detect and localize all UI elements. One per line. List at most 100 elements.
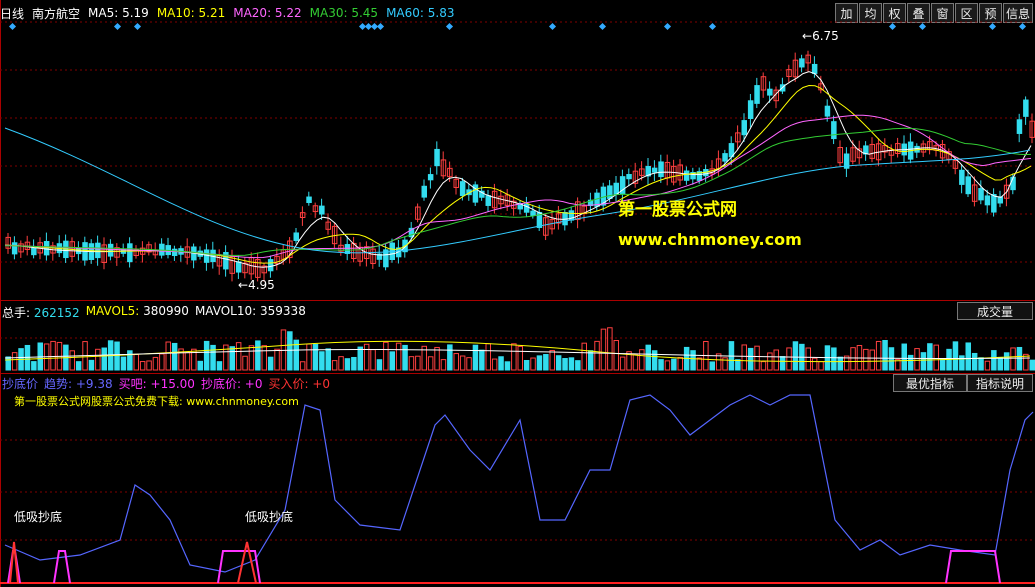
price-candle	[799, 58, 805, 68]
volume-bar	[203, 340, 210, 371]
volume-bar	[50, 340, 56, 371]
volume-bar	[75, 361, 82, 371]
volume-bar	[927, 343, 933, 371]
price-candle	[959, 169, 965, 185]
total-volume: 总手: 262152	[2, 306, 80, 320]
price-candle	[530, 210, 536, 217]
mavol5-value: MAVOL5: 380990	[85, 304, 189, 318]
volume-bar	[952, 341, 959, 371]
volume-bar	[632, 354, 639, 371]
price-candle	[434, 148, 440, 167]
price-candle	[741, 120, 747, 136]
signal-diamond-marker	[663, 22, 672, 31]
signal-diamond-marker	[113, 22, 122, 31]
volume-bar	[127, 350, 133, 371]
volume-bar	[408, 356, 415, 371]
signal-diamond-marker	[888, 22, 897, 31]
volume-bar	[267, 356, 274, 371]
volume-bar	[101, 347, 107, 371]
volume-bar	[760, 361, 767, 371]
price-candle	[722, 153, 728, 162]
volume-bar	[741, 344, 747, 371]
volume-bar	[869, 349, 875, 371]
volume-bar	[165, 341, 171, 371]
volume-bar	[978, 357, 984, 371]
volume-bar	[363, 343, 370, 371]
volume-bar	[504, 361, 511, 371]
volume-bar	[5, 356, 11, 371]
price-volume-divider	[0, 300, 1035, 301]
volume-bar	[242, 355, 248, 371]
price-candle	[459, 181, 466, 197]
best-indicator-button[interactable]: 最优指标	[893, 374, 967, 392]
volume-bar	[402, 344, 408, 371]
price-candle	[421, 185, 427, 198]
volume-bar	[581, 342, 587, 371]
bottom-price-value: 抄底价: +0	[200, 377, 263, 391]
ma20-line	[4, 114, 1032, 259]
volume-bar	[88, 359, 95, 371]
volume-bar	[997, 356, 1003, 371]
buy-signal-shape	[945, 550, 1001, 584]
volume-bar	[95, 348, 101, 371]
volume-bar	[287, 331, 293, 371]
volume-bar	[831, 347, 837, 371]
price-candle	[767, 88, 773, 96]
price-candle	[651, 167, 658, 173]
volume-bar	[965, 342, 971, 371]
indicator-legend: 抄底价 趋势: +9.38 买吧: +15.00 抄底价: +0 买入价: +0	[2, 375, 330, 392]
price-candle	[203, 249, 210, 263]
volume-bar	[818, 361, 824, 371]
volume-bar	[459, 355, 466, 371]
price-candle	[997, 196, 1003, 204]
price-candle	[235, 261, 242, 273]
price-candle	[754, 85, 760, 104]
volume-bar	[850, 347, 856, 371]
price-candle	[965, 176, 971, 195]
volume-bar	[1016, 346, 1023, 371]
volume-bar	[159, 353, 165, 371]
trend-indicator-line	[4, 394, 1034, 573]
buy-signal-value: 买吧: +15.00	[118, 377, 195, 391]
volume-bar	[792, 341, 799, 371]
volume-bar	[837, 356, 843, 371]
volume-bar	[920, 352, 927, 371]
volume-bar	[1010, 347, 1016, 371]
indicator-name: 抄底价	[2, 377, 39, 391]
bottom-signal-shape	[237, 541, 257, 584]
volume-bar	[671, 358, 677, 371]
signal-label-1: 低吸抄底	[14, 510, 63, 524]
volume-bar	[466, 357, 472, 371]
volume-bar	[248, 345, 255, 371]
volume-bar	[197, 360, 203, 371]
volume-bar	[696, 357, 703, 371]
volume-bar	[555, 355, 562, 371]
indicator-help-button[interactable]: 指标说明	[967, 374, 1033, 392]
volume-bar	[389, 351, 395, 371]
price-candle	[127, 243, 133, 263]
volume-bar	[754, 345, 760, 371]
volume-indicator-button[interactable]: 成交量	[957, 302, 1033, 320]
volume-bar	[562, 358, 568, 371]
buy-price-value: 买入价: +0	[268, 377, 331, 391]
volume-bar	[491, 358, 498, 371]
volume-bar	[274, 348, 280, 371]
volume-bar	[331, 360, 338, 371]
volume-bar	[325, 348, 331, 371]
volume-bar	[415, 355, 421, 371]
volume-bar	[600, 328, 607, 371]
volume-bar	[184, 352, 191, 371]
volume-bar	[575, 360, 581, 371]
volume-bar	[811, 357, 818, 371]
volume-bar	[338, 356, 344, 371]
volume-bar	[133, 354, 139, 371]
chart-canvas[interactable]	[0, 0, 1035, 587]
volume-bar	[261, 345, 267, 371]
volume-bar	[306, 343, 312, 371]
volume-bar	[568, 357, 575, 371]
volume-bar	[485, 343, 491, 371]
price-candle	[293, 232, 299, 241]
high-price-label: ←6.75	[802, 29, 839, 43]
volume-bar	[779, 356, 786, 371]
volume-bar	[146, 360, 152, 371]
